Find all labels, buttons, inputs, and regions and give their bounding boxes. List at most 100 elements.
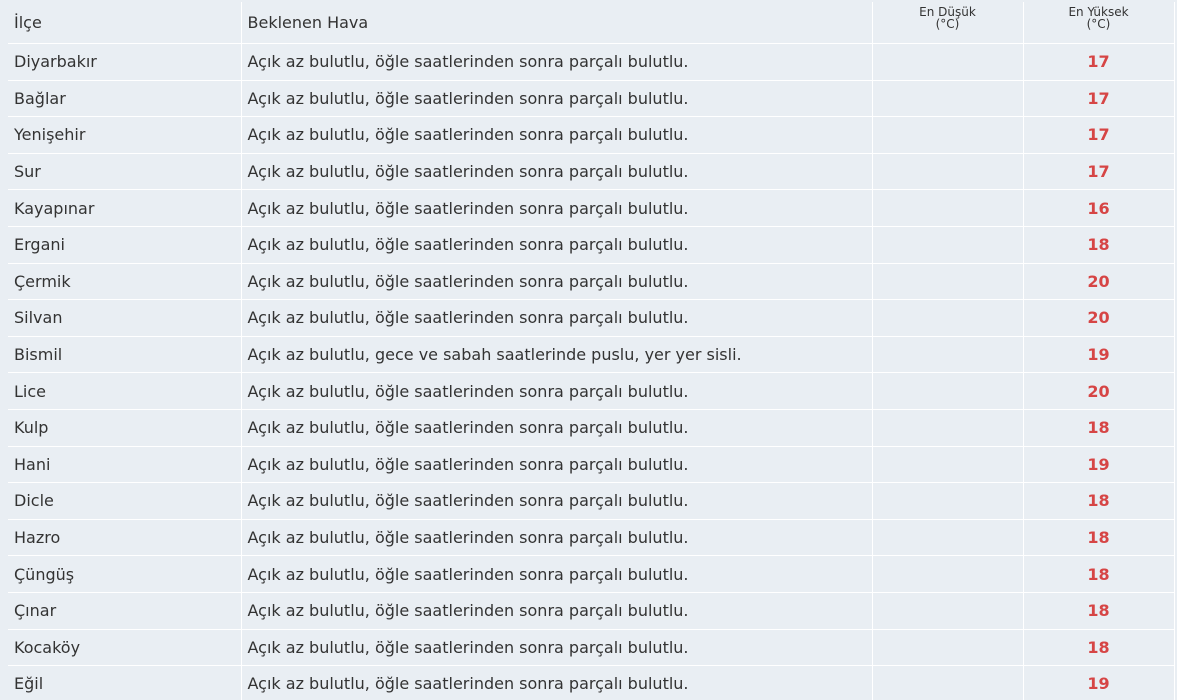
district-name: Çermik [8, 263, 242, 301]
district-name: Sur [8, 153, 242, 191]
max-temp: 17 [1023, 43, 1175, 81]
max-temp: 18 [1023, 592, 1175, 630]
forecast-table: İlçe Beklenen Hava En Düşük (°C) En Yüks… [8, 2, 1175, 700]
forecast-text: Açık az bulutlu, öğle saatlerinden sonra… [241, 592, 873, 630]
max-temp: 18 [1023, 519, 1175, 557]
table-row: Silvan Açık az bulutlu, öğle saatlerinden… [8, 299, 1175, 337]
district-name: Ergani [8, 226, 242, 264]
forecast-text: Açık az bulutlu, öğle saatlerinden sonra… [241, 153, 873, 191]
table-header: İlçe Beklenen Hava En Düşük (°C) En Yüks… [8, 2, 1175, 44]
forecast-text: Açık az bulutlu, öğle saatlerinden sonra… [241, 372, 873, 410]
max-temp: 19 [1023, 446, 1175, 484]
table-row: Hani Açık az bulutlu, öğle saatlerinden s… [8, 446, 1175, 484]
forecast-text: Açık az bulutlu, öğle saatlerinden sonra… [241, 665, 873, 700]
min-temp [872, 189, 1024, 227]
district-name: Kulp [8, 409, 242, 447]
min-temp [872, 336, 1024, 374]
min-temp [872, 43, 1024, 81]
min-temp [872, 80, 1024, 118]
min-temp [872, 226, 1024, 264]
forecast-text: Açık az bulutlu, öğle saatlerinden sonra… [241, 482, 873, 520]
max-temp: 18 [1023, 482, 1175, 520]
min-temp [872, 446, 1024, 484]
forecast-text: Açık az bulutlu, öğle saatlerinden sonra… [241, 116, 873, 154]
min-temp [872, 299, 1024, 337]
district-name: Hazro [8, 519, 242, 557]
max-temp: 20 [1023, 372, 1175, 410]
table-row: Eğil Açık az bulutlu, öğle saatlerinden s… [8, 665, 1175, 700]
table-row: Lice Açık az bulutlu, öğle saatlerinden s… [8, 372, 1175, 410]
table-body: Diyarbakır Açık az bulutlu, öğle saatleri… [8, 43, 1175, 700]
district-name: Bağlar [8, 80, 242, 118]
table-row: Ergani Açık az bulutlu, öğle saatlerinden… [8, 226, 1175, 264]
table-row: Diyarbakır Açık az bulutlu, öğle saatleri… [8, 43, 1175, 81]
header-en-dusuk-unit: (°C) [935, 17, 960, 31]
max-temp: 20 [1023, 263, 1175, 301]
table-row: Çınar Açık az bulutlu, öğle saatlerinden … [8, 592, 1175, 630]
forecast-text: Açık az bulutlu, öğle saatlerinden sonra… [241, 263, 873, 301]
max-temp: 18 [1023, 226, 1175, 264]
table-row: Yenişehir Açık az bulutlu, öğle saatlerin… [8, 116, 1175, 154]
table-row: Bağlar Açık az bulutlu, öğle saatlerinden… [8, 80, 1175, 118]
forecast-text: Açık az bulutlu, öğle saatlerinden sonra… [241, 409, 873, 447]
min-temp [872, 116, 1024, 154]
forecast-text: Açık az bulutlu, öğle saatlerinden sonra… [241, 226, 873, 264]
max-temp: 16 [1023, 189, 1175, 227]
forecast-text: Açık az bulutlu, gece ve sabah saatlerin… [241, 336, 873, 374]
header-en-yuksek-unit: (°C) [1086, 17, 1111, 31]
district-name: Yenişehir [8, 116, 242, 154]
forecast-text: Açık az bulutlu, öğle saatlerinden sonra… [241, 446, 873, 484]
max-temp: 17 [1023, 153, 1175, 191]
max-temp: 18 [1023, 409, 1175, 447]
max-temp: 18 [1023, 555, 1175, 593]
max-temp: 17 [1023, 116, 1175, 154]
table-row: Bismil Açık az bulutlu, gece ve sabah saa… [8, 336, 1175, 374]
forecast-text: Açık az bulutlu, öğle saatlerinden sonra… [241, 519, 873, 557]
header-row: İlçe Beklenen Hava En Düşük (°C) En Yüks… [8, 2, 1175, 44]
max-temp: 18 [1023, 629, 1175, 667]
forecast-page: İlçe Beklenen Hava En Düşük (°C) En Yüks… [0, 0, 1177, 700]
district-name: Bismil [8, 336, 242, 374]
forecast-text: Açık az bulutlu, öğle saatlerinden sonra… [241, 629, 873, 667]
district-name: Çüngüş [8, 555, 242, 593]
max-temp: 17 [1023, 80, 1175, 118]
min-temp [872, 153, 1024, 191]
min-temp [872, 629, 1024, 667]
district-name: Lice [8, 372, 242, 410]
header-beklenen-hava: Beklenen Hava [241, 2, 873, 44]
min-temp [872, 555, 1024, 593]
min-temp [872, 665, 1024, 700]
min-temp [872, 519, 1024, 557]
header-en-dusuk: En Düşük (°C) [872, 2, 1024, 44]
district-name: Eğil [8, 665, 242, 700]
header-en-yuksek: En Yüksek (°C) [1023, 2, 1175, 44]
min-temp [872, 409, 1024, 447]
table-row: Hazro Açık az bulutlu, öğle saatlerinden … [8, 519, 1175, 557]
forecast-text: Açık az bulutlu, öğle saatlerinden sonra… [241, 299, 873, 337]
table-row: Kocaköy Açık az bulutlu, öğle saatlerinde… [8, 629, 1175, 667]
min-temp [872, 482, 1024, 520]
forecast-text: Açık az bulutlu, öğle saatlerinden sonra… [241, 80, 873, 118]
forecast-text: Açık az bulutlu, öğle saatlerinden sonra… [241, 43, 873, 81]
table-row: Çüngüş Açık az bulutlu, öğle saatlerinden… [8, 555, 1175, 593]
max-temp: 19 [1023, 665, 1175, 700]
district-name: Silvan [8, 299, 242, 337]
max-temp: 19 [1023, 336, 1175, 374]
district-name: Hani [8, 446, 242, 484]
district-name: Kayapınar [8, 189, 242, 227]
table-row: Kulp Açık az bulutlu, öğle saatlerinden s… [8, 409, 1175, 447]
table-row: Çermik Açık az bulutlu, öğle saatlerinden… [8, 263, 1175, 301]
table-row: Dicle Açık az bulutlu, öğle saatlerinden … [8, 482, 1175, 520]
table-row: Kayapınar Açık az bulutlu, öğle saatlerin… [8, 189, 1175, 227]
district-name: Dicle [8, 482, 242, 520]
forecast-text: Açık az bulutlu, öğle saatlerinden sonra… [241, 189, 873, 227]
district-name: Diyarbakır [8, 43, 242, 81]
header-ilce: İlçe [8, 2, 242, 44]
min-temp [872, 592, 1024, 630]
district-name: Çınar [8, 592, 242, 630]
table-row: Sur Açık az bulutlu, öğle saatlerinden so… [8, 153, 1175, 191]
max-temp: 20 [1023, 299, 1175, 337]
min-temp [872, 372, 1024, 410]
district-name: Kocaköy [8, 629, 242, 667]
forecast-text: Açık az bulutlu, öğle saatlerinden sonra… [241, 555, 873, 593]
